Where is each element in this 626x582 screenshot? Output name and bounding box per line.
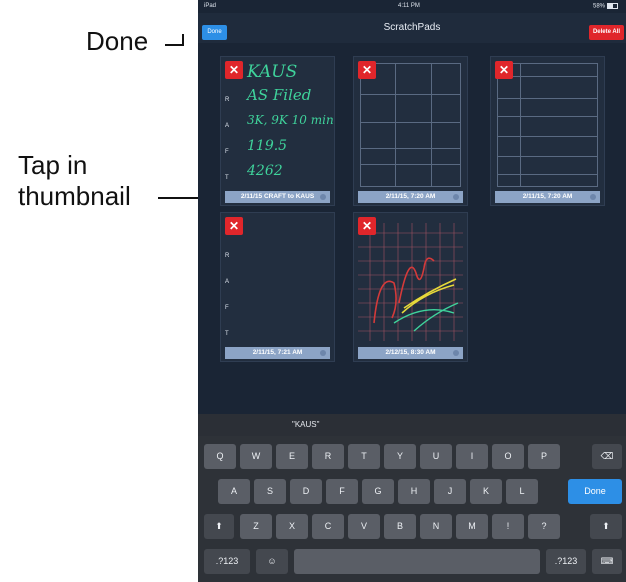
suggestion[interactable]: "KAUS" bbox=[292, 420, 319, 429]
shift-key-icon[interactable]: ⬆ bbox=[204, 514, 234, 539]
caption-text: 2/11/15 CRAFT to KAUS bbox=[240, 193, 315, 200]
note-line: 3K, 9K 10 min bbox=[247, 113, 334, 127]
key[interactable]: R bbox=[312, 444, 344, 469]
form-template bbox=[360, 63, 461, 187]
numbers-key[interactable]: .?123 bbox=[204, 549, 250, 574]
quicktype-bar: "KAUS" bbox=[198, 414, 626, 436]
ipad-screen: iPad 4:11 PM 58% Done ScratchPads Delete… bbox=[198, 0, 626, 582]
key[interactable]: V bbox=[348, 514, 380, 539]
tap-callout-line2: thumbnail bbox=[18, 181, 131, 211]
key[interactable]: Y bbox=[384, 444, 416, 469]
emoji-key-icon[interactable]: ☺ bbox=[256, 549, 288, 574]
key[interactable]: F bbox=[326, 479, 358, 504]
key[interactable]: E bbox=[276, 444, 308, 469]
key[interactable]: I bbox=[456, 444, 488, 469]
rafte-label: F bbox=[225, 149, 229, 155]
shift-key-icon[interactable]: ⬆ bbox=[590, 514, 622, 539]
key[interactable]: K bbox=[470, 479, 502, 504]
info-icon[interactable] bbox=[453, 350, 459, 356]
thumbnail-4[interactable]: ✕ R A F T 2/11/15, 7:21 AM bbox=[220, 212, 335, 362]
close-icon[interactable]: ✕ bbox=[225, 217, 243, 235]
clock: 4:11 PM bbox=[398, 3, 420, 9]
key[interactable]: H bbox=[398, 479, 430, 504]
key[interactable]: G bbox=[362, 479, 394, 504]
numbers-key[interactable]: .?123 bbox=[546, 549, 586, 574]
close-icon[interactable]: ✕ bbox=[358, 61, 376, 79]
caption-text: 2/12/15, 8:30 AM bbox=[385, 349, 436, 356]
thumbnail-5[interactable]: ✕ 2/12/15, 8:30 AM bbox=[353, 212, 468, 362]
handwritten-note: KAUS AS Filed 3K, 9K 10 min 119.5 4262 bbox=[247, 61, 334, 183]
thumbnail-caption: 2/11/15, 7:20 AM bbox=[495, 191, 600, 203]
key[interactable]: ? bbox=[528, 514, 560, 539]
thumbnail-2[interactable]: ✕ 2/11/15, 7:20 AM bbox=[353, 56, 468, 206]
key[interactable]: W bbox=[240, 444, 272, 469]
key[interactable]: T bbox=[348, 444, 380, 469]
caption-text: 2/11/15, 7:20 AM bbox=[385, 193, 436, 200]
note-line: KAUS bbox=[247, 62, 298, 82]
thumbnail-1[interactable]: ✕ R A F T KAUS AS Filed 3K, 9K 10 min 11… bbox=[220, 56, 335, 206]
info-icon[interactable] bbox=[453, 194, 459, 200]
form-template bbox=[497, 63, 598, 187]
key[interactable]: ! bbox=[492, 514, 524, 539]
note-line: 119.5 bbox=[247, 138, 288, 154]
key[interactable]: D bbox=[290, 479, 322, 504]
key[interactable]: Q bbox=[204, 444, 236, 469]
thumbnail-caption: 2/12/15, 8:30 AM bbox=[358, 347, 463, 359]
thumbnail-caption: 2/11/15, 7:20 AM bbox=[358, 191, 463, 203]
keyboard: Q W E R T Y U I O P ⌫ A S D F G H J K L … bbox=[198, 436, 626, 582]
delete-key-icon[interactable]: ⌫ bbox=[592, 444, 622, 469]
tap-callout-label: Tap in thumbnail bbox=[18, 150, 131, 212]
key[interactable]: J bbox=[434, 479, 466, 504]
key[interactable]: U bbox=[420, 444, 452, 469]
space-bar[interactable] bbox=[294, 549, 540, 574]
battery-indicator: 58% bbox=[593, 3, 618, 10]
caption-text: 2/11/15, 7:21 AM bbox=[252, 349, 303, 356]
key[interactable]: L bbox=[506, 479, 538, 504]
key[interactable]: X bbox=[276, 514, 308, 539]
done-callout-line bbox=[165, 44, 183, 46]
close-icon[interactable]: ✕ bbox=[225, 61, 243, 79]
rafte-label: R bbox=[225, 253, 230, 259]
key[interactable]: P bbox=[528, 444, 560, 469]
done-callout-label: Done bbox=[86, 26, 149, 56]
note-line: AS Filed bbox=[247, 86, 312, 104]
status-bar: iPad 4:11 PM 58% bbox=[198, 0, 626, 13]
battery-icon bbox=[607, 3, 618, 9]
done-callout-line-vert bbox=[182, 34, 184, 46]
tap-callout-line1: Tap in bbox=[18, 150, 88, 180]
info-icon[interactable] bbox=[320, 350, 326, 356]
key[interactable]: Z bbox=[240, 514, 272, 539]
keyboard-dismiss-icon[interactable]: ⌨ bbox=[592, 549, 622, 574]
note-line: 4262 bbox=[247, 163, 283, 179]
key[interactable]: N bbox=[420, 514, 452, 539]
rafte-label: T bbox=[225, 331, 229, 337]
thumbnail-3[interactable]: ✕ 2/11/15, 7:20 AM bbox=[490, 56, 605, 206]
rafte-label: R bbox=[225, 97, 230, 103]
key[interactable]: O bbox=[492, 444, 524, 469]
thumbnail-caption: 2/11/15 CRAFT to KAUS bbox=[225, 191, 330, 203]
key[interactable]: S bbox=[254, 479, 286, 504]
delete-all-button[interactable]: Delete All bbox=[589, 25, 624, 40]
caption-text: 2/11/15, 7:20 AM bbox=[522, 193, 573, 200]
device-label: iPad bbox=[204, 3, 217, 9]
key[interactable]: C bbox=[312, 514, 344, 539]
close-icon[interactable]: ✕ bbox=[358, 217, 376, 235]
thumbnail-caption: 2/11/15, 7:21 AM bbox=[225, 347, 330, 359]
rafte-label: A bbox=[225, 279, 230, 285]
nav-bar: Done ScratchPads Delete All bbox=[198, 13, 626, 43]
done-key[interactable]: Done bbox=[568, 479, 622, 504]
rafte-label: F bbox=[225, 305, 229, 311]
info-icon[interactable] bbox=[320, 194, 326, 200]
key[interactable]: M bbox=[456, 514, 488, 539]
info-icon[interactable] bbox=[590, 194, 596, 200]
battery-percent: 58% bbox=[592, 3, 605, 10]
key[interactable]: A bbox=[218, 479, 250, 504]
key[interactable]: B bbox=[384, 514, 416, 539]
close-icon[interactable]: ✕ bbox=[495, 61, 513, 79]
page-title: ScratchPads bbox=[383, 22, 441, 33]
rafte-label: T bbox=[225, 175, 229, 181]
rafte-label: A bbox=[225, 123, 230, 129]
